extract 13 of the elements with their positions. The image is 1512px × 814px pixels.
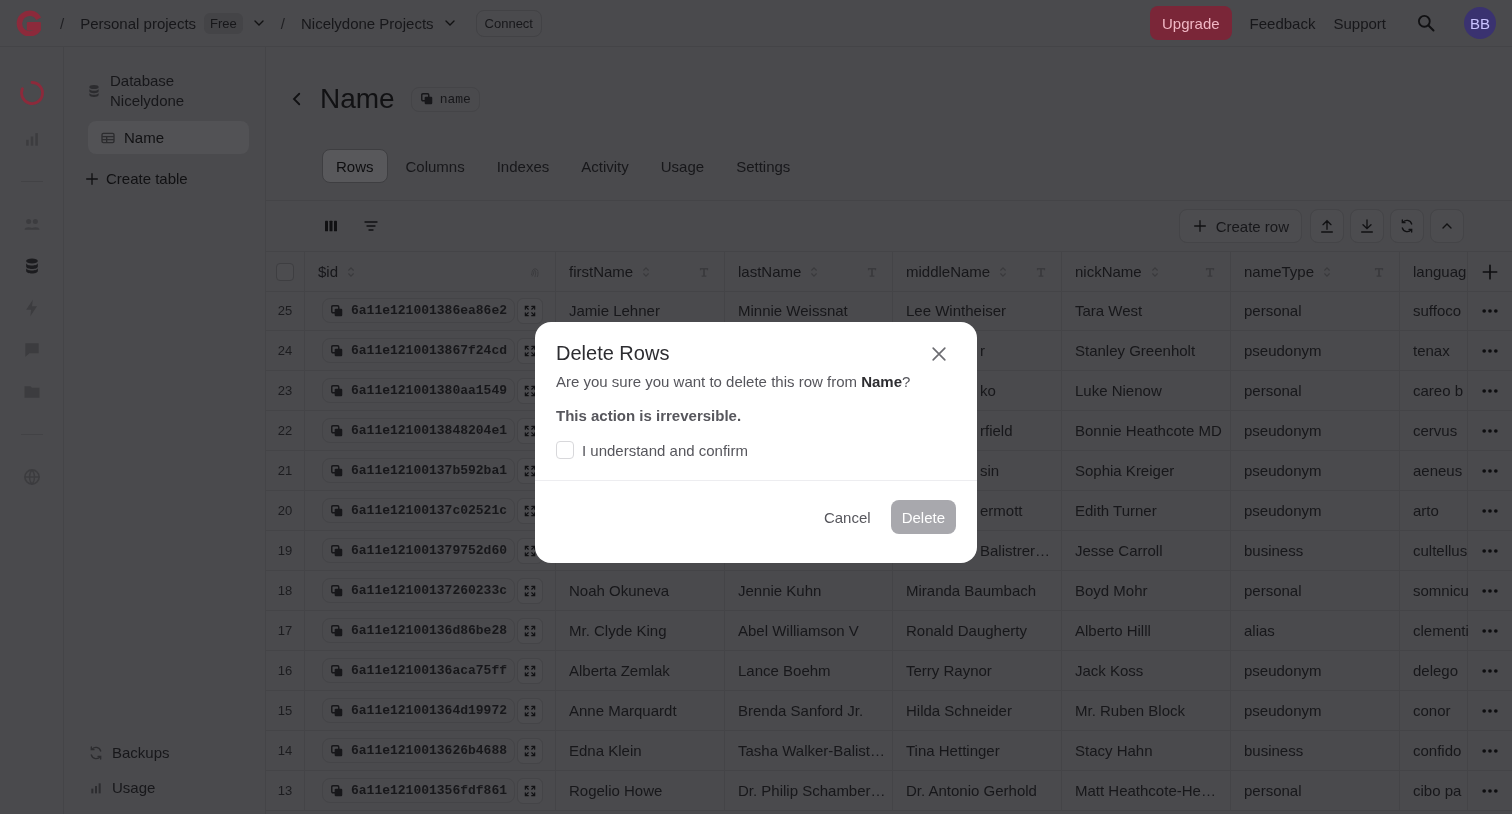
upgrade-button[interactable]: Upgrade: [1150, 6, 1232, 40]
dialog-message: Are you sure you want to delete this row from Name?: [556, 373, 912, 390]
tab[interactable]: Rows: [322, 149, 388, 183]
table-item[interactable]: Name: [88, 121, 249, 154]
create-table-link[interactable]: Create table: [84, 170, 249, 187]
cancel-button[interactable]: Cancel: [813, 500, 881, 534]
dialog-title: Delete Rows: [556, 342, 670, 365]
warning-text: This action is irreversible.: [556, 407, 743, 424]
avatar[interactable]: BB: [1464, 7, 1496, 39]
checkbox-label: I understand and confirm: [582, 441, 748, 459]
page-title: Name: [320, 83, 395, 115]
breadcrumb-separator: /: [280, 14, 285, 32]
breadcrumb-separator: /: [60, 14, 65, 32]
